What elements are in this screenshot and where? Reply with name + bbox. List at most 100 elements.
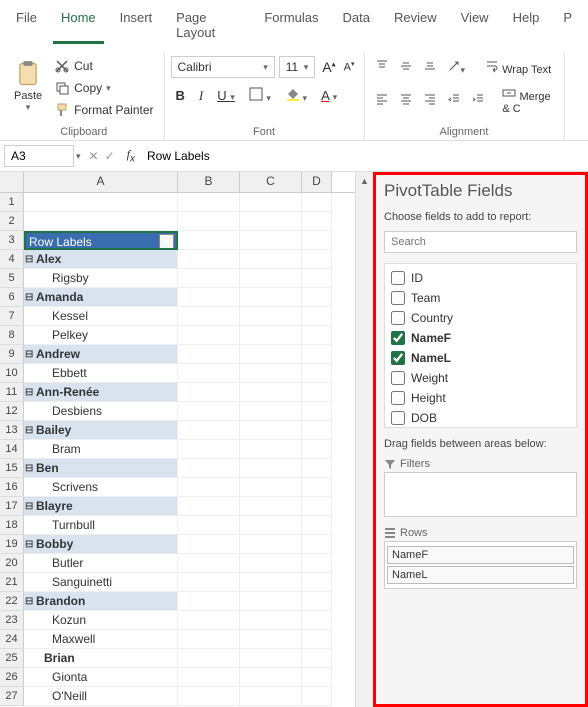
- align-right-button[interactable]: [419, 89, 441, 112]
- cell-D22[interactable]: [302, 592, 332, 611]
- row-header-7[interactable]: 7: [0, 307, 24, 326]
- cell-A23[interactable]: Kozun: [24, 611, 178, 630]
- ptf-checkbox-team[interactable]: [391, 291, 405, 305]
- ptf-field-country[interactable]: Country: [389, 308, 572, 328]
- fx-icon[interactable]: fx: [123, 147, 139, 164]
- row-header-25[interactable]: 25: [0, 649, 24, 668]
- cell-D3[interactable]: [302, 231, 332, 250]
- row-header-10[interactable]: 10: [0, 364, 24, 383]
- cell-C15[interactable]: [240, 459, 302, 478]
- cell-A15[interactable]: Ben: [24, 459, 178, 478]
- filter-dropdown-icon[interactable]: ▾: [159, 234, 174, 249]
- cell-A27[interactable]: O'Neill: [24, 687, 178, 706]
- row-header-22[interactable]: 22: [0, 592, 24, 611]
- align-middle-button[interactable]: [395, 56, 417, 79]
- cell-A13[interactable]: Bailey: [24, 421, 178, 440]
- cell-D19[interactable]: [302, 535, 332, 554]
- cell-C24[interactable]: [240, 630, 302, 649]
- ptf-checkbox-namel[interactable]: [391, 351, 405, 365]
- row-header-15[interactable]: 15: [0, 459, 24, 478]
- row-header-23[interactable]: 23: [0, 611, 24, 630]
- fill-color-button[interactable]: ▾: [280, 84, 312, 107]
- cut-button[interactable]: Cut: [50, 56, 157, 76]
- ptf-search-input[interactable]: [384, 231, 577, 253]
- cell-A22[interactable]: Brandon: [24, 592, 178, 611]
- cell-A17[interactable]: Blayre: [24, 497, 178, 516]
- cell-B10[interactable]: [178, 364, 240, 383]
- cell-D25[interactable]: [302, 649, 332, 668]
- row-header-13[interactable]: 13: [0, 421, 24, 440]
- row-header-19[interactable]: 19: [0, 535, 24, 554]
- accept-formula-button[interactable]: ✓: [105, 149, 115, 163]
- cell-D1[interactable]: [302, 193, 332, 212]
- ptf-rows-item-namel[interactable]: NameL: [387, 566, 574, 584]
- cell-B23[interactable]: [178, 611, 240, 630]
- cell-C9[interactable]: [240, 345, 302, 364]
- cell-C27[interactable]: [240, 687, 302, 706]
- cell-A3[interactable]: Row Labels▾: [24, 231, 178, 250]
- align-top-button[interactable]: [371, 56, 393, 79]
- cell-C5[interactable]: [240, 269, 302, 288]
- row-header-6[interactable]: 6: [0, 288, 24, 307]
- cell-B2[interactable]: [178, 212, 240, 231]
- ptf-checkbox-id[interactable]: [391, 271, 405, 285]
- cell-C25[interactable]: [240, 649, 302, 668]
- italic-button[interactable]: I: [194, 85, 208, 107]
- cell-A18[interactable]: Turnbull: [24, 516, 178, 535]
- cell-D11[interactable]: [302, 383, 332, 402]
- cell-C2[interactable]: [240, 212, 302, 231]
- cell-B16[interactable]: [178, 478, 240, 497]
- format-painter-button[interactable]: Format Painter: [50, 100, 157, 120]
- row-header-9[interactable]: 9: [0, 345, 24, 364]
- cell-D8[interactable]: [302, 326, 332, 345]
- ptf-rows-item-namef[interactable]: NameF: [387, 546, 574, 564]
- menu-tab-p[interactable]: P: [555, 6, 580, 44]
- cell-A19[interactable]: Bobby: [24, 535, 178, 554]
- row-header-11[interactable]: 11: [0, 383, 24, 402]
- ptf-checkbox-height[interactable]: [391, 391, 405, 405]
- cell-D9[interactable]: [302, 345, 332, 364]
- cell-D24[interactable]: [302, 630, 332, 649]
- underline-button[interactable]: U ▾: [212, 85, 240, 106]
- cell-B15[interactable]: [178, 459, 240, 478]
- cell-D6[interactable]: [302, 288, 332, 307]
- vertical-scrollbar[interactable]: ▲: [355, 172, 373, 707]
- menu-tab-page-layout[interactable]: Page Layout: [168, 6, 248, 44]
- cell-A2[interactable]: [24, 212, 178, 231]
- row-header-5[interactable]: 5: [0, 269, 24, 288]
- border-button[interactable]: ▾: [244, 84, 276, 107]
- cell-C21[interactable]: [240, 573, 302, 592]
- cell-B17[interactable]: [178, 497, 240, 516]
- ptf-field-team[interactable]: Team: [389, 288, 572, 308]
- row-header-27[interactable]: 27: [0, 687, 24, 706]
- cell-A16[interactable]: Scrivens: [24, 478, 178, 497]
- bold-button[interactable]: B: [171, 85, 190, 106]
- cell-D2[interactable]: [302, 212, 332, 231]
- orientation-button[interactable]: ▾: [443, 56, 470, 79]
- row-header-17[interactable]: 17: [0, 497, 24, 516]
- column-header-C[interactable]: C: [240, 172, 302, 192]
- ptf-field-namef[interactable]: NameF: [389, 328, 572, 348]
- cell-D14[interactable]: [302, 440, 332, 459]
- cell-D27[interactable]: [302, 687, 332, 706]
- row-header-8[interactable]: 8: [0, 326, 24, 345]
- cell-A25[interactable]: Brian: [24, 649, 178, 668]
- cell-A8[interactable]: Pelkey: [24, 326, 178, 345]
- cell-A6[interactable]: Amanda: [24, 288, 178, 307]
- cell-D5[interactable]: [302, 269, 332, 288]
- font-color-button[interactable]: A ▾: [316, 85, 342, 106]
- row-header-2[interactable]: 2: [0, 212, 24, 231]
- name-box[interactable]: [4, 145, 74, 167]
- cell-C20[interactable]: [240, 554, 302, 573]
- paste-button[interactable]: Paste ▾: [10, 56, 46, 122]
- menu-tab-data[interactable]: Data: [335, 6, 378, 44]
- column-header-A[interactable]: A: [24, 172, 178, 192]
- ptf-checkbox-weight[interactable]: [391, 371, 405, 385]
- chevron-down-icon[interactable]: ▾: [76, 151, 81, 162]
- ptf-field-id[interactable]: ID: [389, 268, 572, 288]
- cell-B21[interactable]: [178, 573, 240, 592]
- cell-C1[interactable]: [240, 193, 302, 212]
- align-bottom-button[interactable]: [419, 56, 441, 79]
- cell-B7[interactable]: [178, 307, 240, 326]
- cell-B12[interactable]: [178, 402, 240, 421]
